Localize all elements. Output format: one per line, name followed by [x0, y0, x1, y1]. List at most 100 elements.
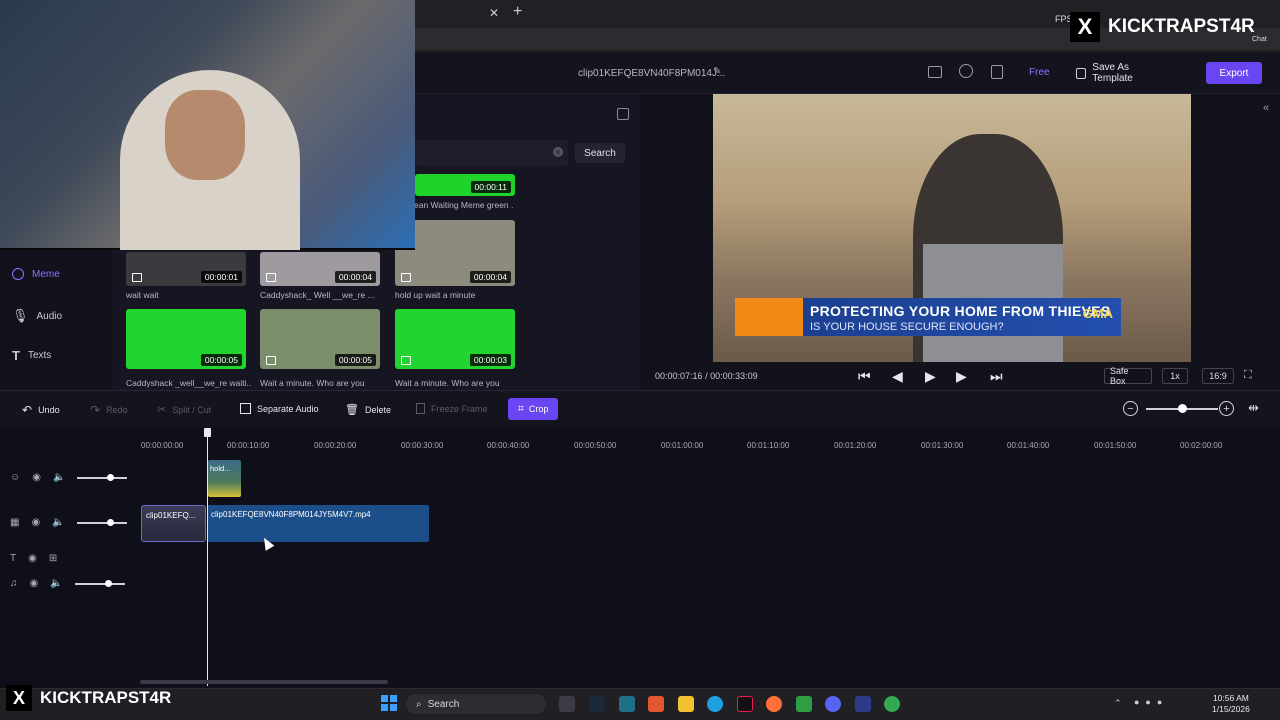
text-track-icon: T [10, 553, 17, 564]
chyron-headline: PROTECTING YOUR HOME FROM THIEVES [810, 303, 1111, 319]
step-forward-icon[interactable]: ▶ [956, 368, 967, 385]
library-item[interactable]: 00:00:05 [126, 309, 246, 369]
volume-icon[interactable]: 🔈 [52, 517, 64, 528]
redo-button[interactable]: ↷ Redo [90, 403, 128, 417]
zoom-slider-handle[interactable] [1178, 404, 1187, 413]
library-item-caption: Wait a minute. Who are you [395, 378, 500, 388]
tiktok-icon[interactable] [737, 696, 753, 712]
time-separator: / [705, 371, 708, 381]
system-tray-icons[interactable]: ●●● [1134, 697, 1194, 709]
firefox-icon[interactable] [766, 696, 782, 712]
grid-view-icon[interactable] [617, 108, 629, 120]
eye-icon[interactable]: ◉ [32, 472, 41, 483]
save-as-template-label: Save As Template [1092, 62, 1133, 84]
tab-close-icon[interactable]: ✕ [489, 6, 499, 20]
library-item-caption: wait wait [126, 290, 159, 300]
zoom-out-icon[interactable]: − [1123, 401, 1138, 416]
fit-timeline-icon[interactable]: ⇹ [1248, 400, 1259, 416]
skip-to-end-icon[interactable]: ⏭ [990, 368, 1003, 385]
library-item[interactable]: 00:00:03 [395, 309, 515, 369]
project-filename[interactable]: clip01KEFQE8VN40F8PM014J... [578, 68, 725, 79]
streamer-logo-bottom: X KICKTRAPST4R [6, 684, 196, 712]
library-item[interactable]: 00:00:11 [415, 174, 515, 196]
search-input[interactable] [415, 140, 568, 166]
volume-slider[interactable] [77, 473, 128, 481]
video-clip-a[interactable]: clip01KEFQ... [141, 505, 206, 542]
playhead[interactable] [207, 430, 208, 686]
crop-button[interactable]: ⌗ Crop [508, 398, 558, 420]
library-item[interactable]: 00:00:04 [260, 252, 380, 286]
step-back-icon[interactable]: ◀ [892, 368, 903, 385]
save-icon[interactable] [991, 65, 1003, 79]
library-item-caption: Caddyshack_ Well __we_re ... [260, 290, 375, 300]
subtitle-icon[interactable] [928, 66, 942, 78]
app-icon[interactable] [855, 696, 871, 712]
delete-button[interactable]: 🗑 Delete [345, 403, 391, 416]
fullscreen-icon[interactable]: ⛶ [1244, 369, 1252, 382]
timeline-area[interactable] [0, 428, 1280, 684]
clear-search-icon[interactable]: ✕ [553, 147, 563, 157]
video-preview[interactable]: PROTECTING YOUR HOME FROM THIEVES IS YOU… [713, 94, 1191, 362]
skip-to-start-icon[interactable]: ⏮ [858, 368, 871, 385]
collapse-panel-icon[interactable]: « [1263, 102, 1269, 114]
eye-icon[interactable]: ◉ [30, 578, 39, 589]
calculator-icon[interactable] [619, 696, 635, 712]
edit-pencil-icon[interactable]: ✎ [713, 66, 721, 77]
edge-icon[interactable] [707, 696, 723, 712]
delete-label: Delete [364, 404, 391, 415]
microphone-icon: 🎙 [12, 308, 29, 323]
taskbar-search[interactable]: ⌕ Search [406, 694, 546, 714]
meme-clip[interactable]: hold... [208, 460, 241, 497]
aspect-ratio-selector[interactable]: 16:9 [1202, 368, 1234, 384]
tray-chevron-icon[interactable]: ⌃ [1114, 698, 1122, 709]
undo-button[interactable]: ↶ Undo [22, 403, 60, 417]
volume-icon[interactable]: 🔈 [50, 578, 62, 589]
taskbar-clock[interactable]: 10:56 AM 1/15/2026 [1212, 693, 1250, 715]
windows-start-icon[interactable] [381, 695, 397, 711]
track-controls-meme: ☺ ◉ 🔈 [10, 472, 128, 483]
clock-date: 1/15/2026 [1212, 704, 1250, 714]
duration-label: 00:00:01 [200, 271, 242, 283]
play-icon[interactable]: ▶ [925, 368, 936, 385]
ruler-tick: 00:01:00:00 [661, 441, 704, 450]
library-item[interactable]: 00:00:01 [126, 252, 246, 286]
eye-icon[interactable]: ◉ [31, 517, 40, 528]
terminal-icon[interactable] [796, 696, 812, 712]
discord-icon[interactable] [825, 696, 841, 712]
brave-icon[interactable] [648, 696, 664, 712]
sidebar-item-meme[interactable]: Meme [12, 268, 60, 280]
globe-icon[interactable] [959, 64, 973, 78]
separate-audio-button[interactable]: Separate Audio [240, 403, 319, 414]
volume-icon[interactable]: 🔈 [53, 472, 65, 483]
safe-box-button[interactable]: Safe Box [1104, 366, 1152, 386]
file-explorer-icon[interactable] [678, 696, 694, 712]
library-item-caption: Wait a minute. Who are you [260, 378, 365, 388]
eye-icon[interactable]: ◉ [28, 553, 37, 564]
plan-badge[interactable]: Free [1029, 67, 1050, 78]
new-tab-icon[interactable]: + [513, 3, 522, 21]
freeze-frame-button[interactable]: Freeze Frame [416, 403, 488, 414]
sidebar-item-texts[interactable]: T Texts [12, 348, 51, 363]
zoom-in-icon[interactable]: + [1219, 401, 1234, 416]
video-icon [132, 273, 142, 282]
save-as-template-button[interactable]: Save As Template [1076, 62, 1166, 84]
chrome-icon[interactable] [884, 696, 900, 712]
playhead-handle[interactable] [204, 428, 211, 437]
video-clip-b[interactable]: clip01KEFQE8VN40F8PM014JY5M4V7.mp4 [207, 505, 429, 542]
steam-icon[interactable] [589, 696, 605, 712]
freeze-frame-label: Freeze Frame [431, 403, 488, 414]
volume-slider[interactable] [74, 579, 125, 587]
ruler-tick: 00:01:30:00 [921, 441, 964, 450]
split-cut-button[interactable]: ✂ Split / Cut [157, 403, 211, 416]
sidebar-item-audio[interactable]: 🎙 Audio [12, 308, 62, 324]
task-view-icon[interactable] [559, 696, 575, 712]
add-text-icon[interactable]: ⊞ [49, 553, 57, 564]
library-item-caption: ean Waiting Meme green ... [414, 200, 514, 210]
speed-selector[interactable]: 1x [1162, 368, 1188, 384]
duration-label: 00:00:11 [470, 181, 511, 193]
volume-slider[interactable] [76, 518, 127, 526]
search-button[interactable]: Search [575, 143, 625, 163]
library-item[interactable]: 00:00:05 [260, 309, 380, 369]
x-logo-icon: X [1070, 12, 1100, 42]
export-button[interactable]: Export [1206, 62, 1262, 84]
